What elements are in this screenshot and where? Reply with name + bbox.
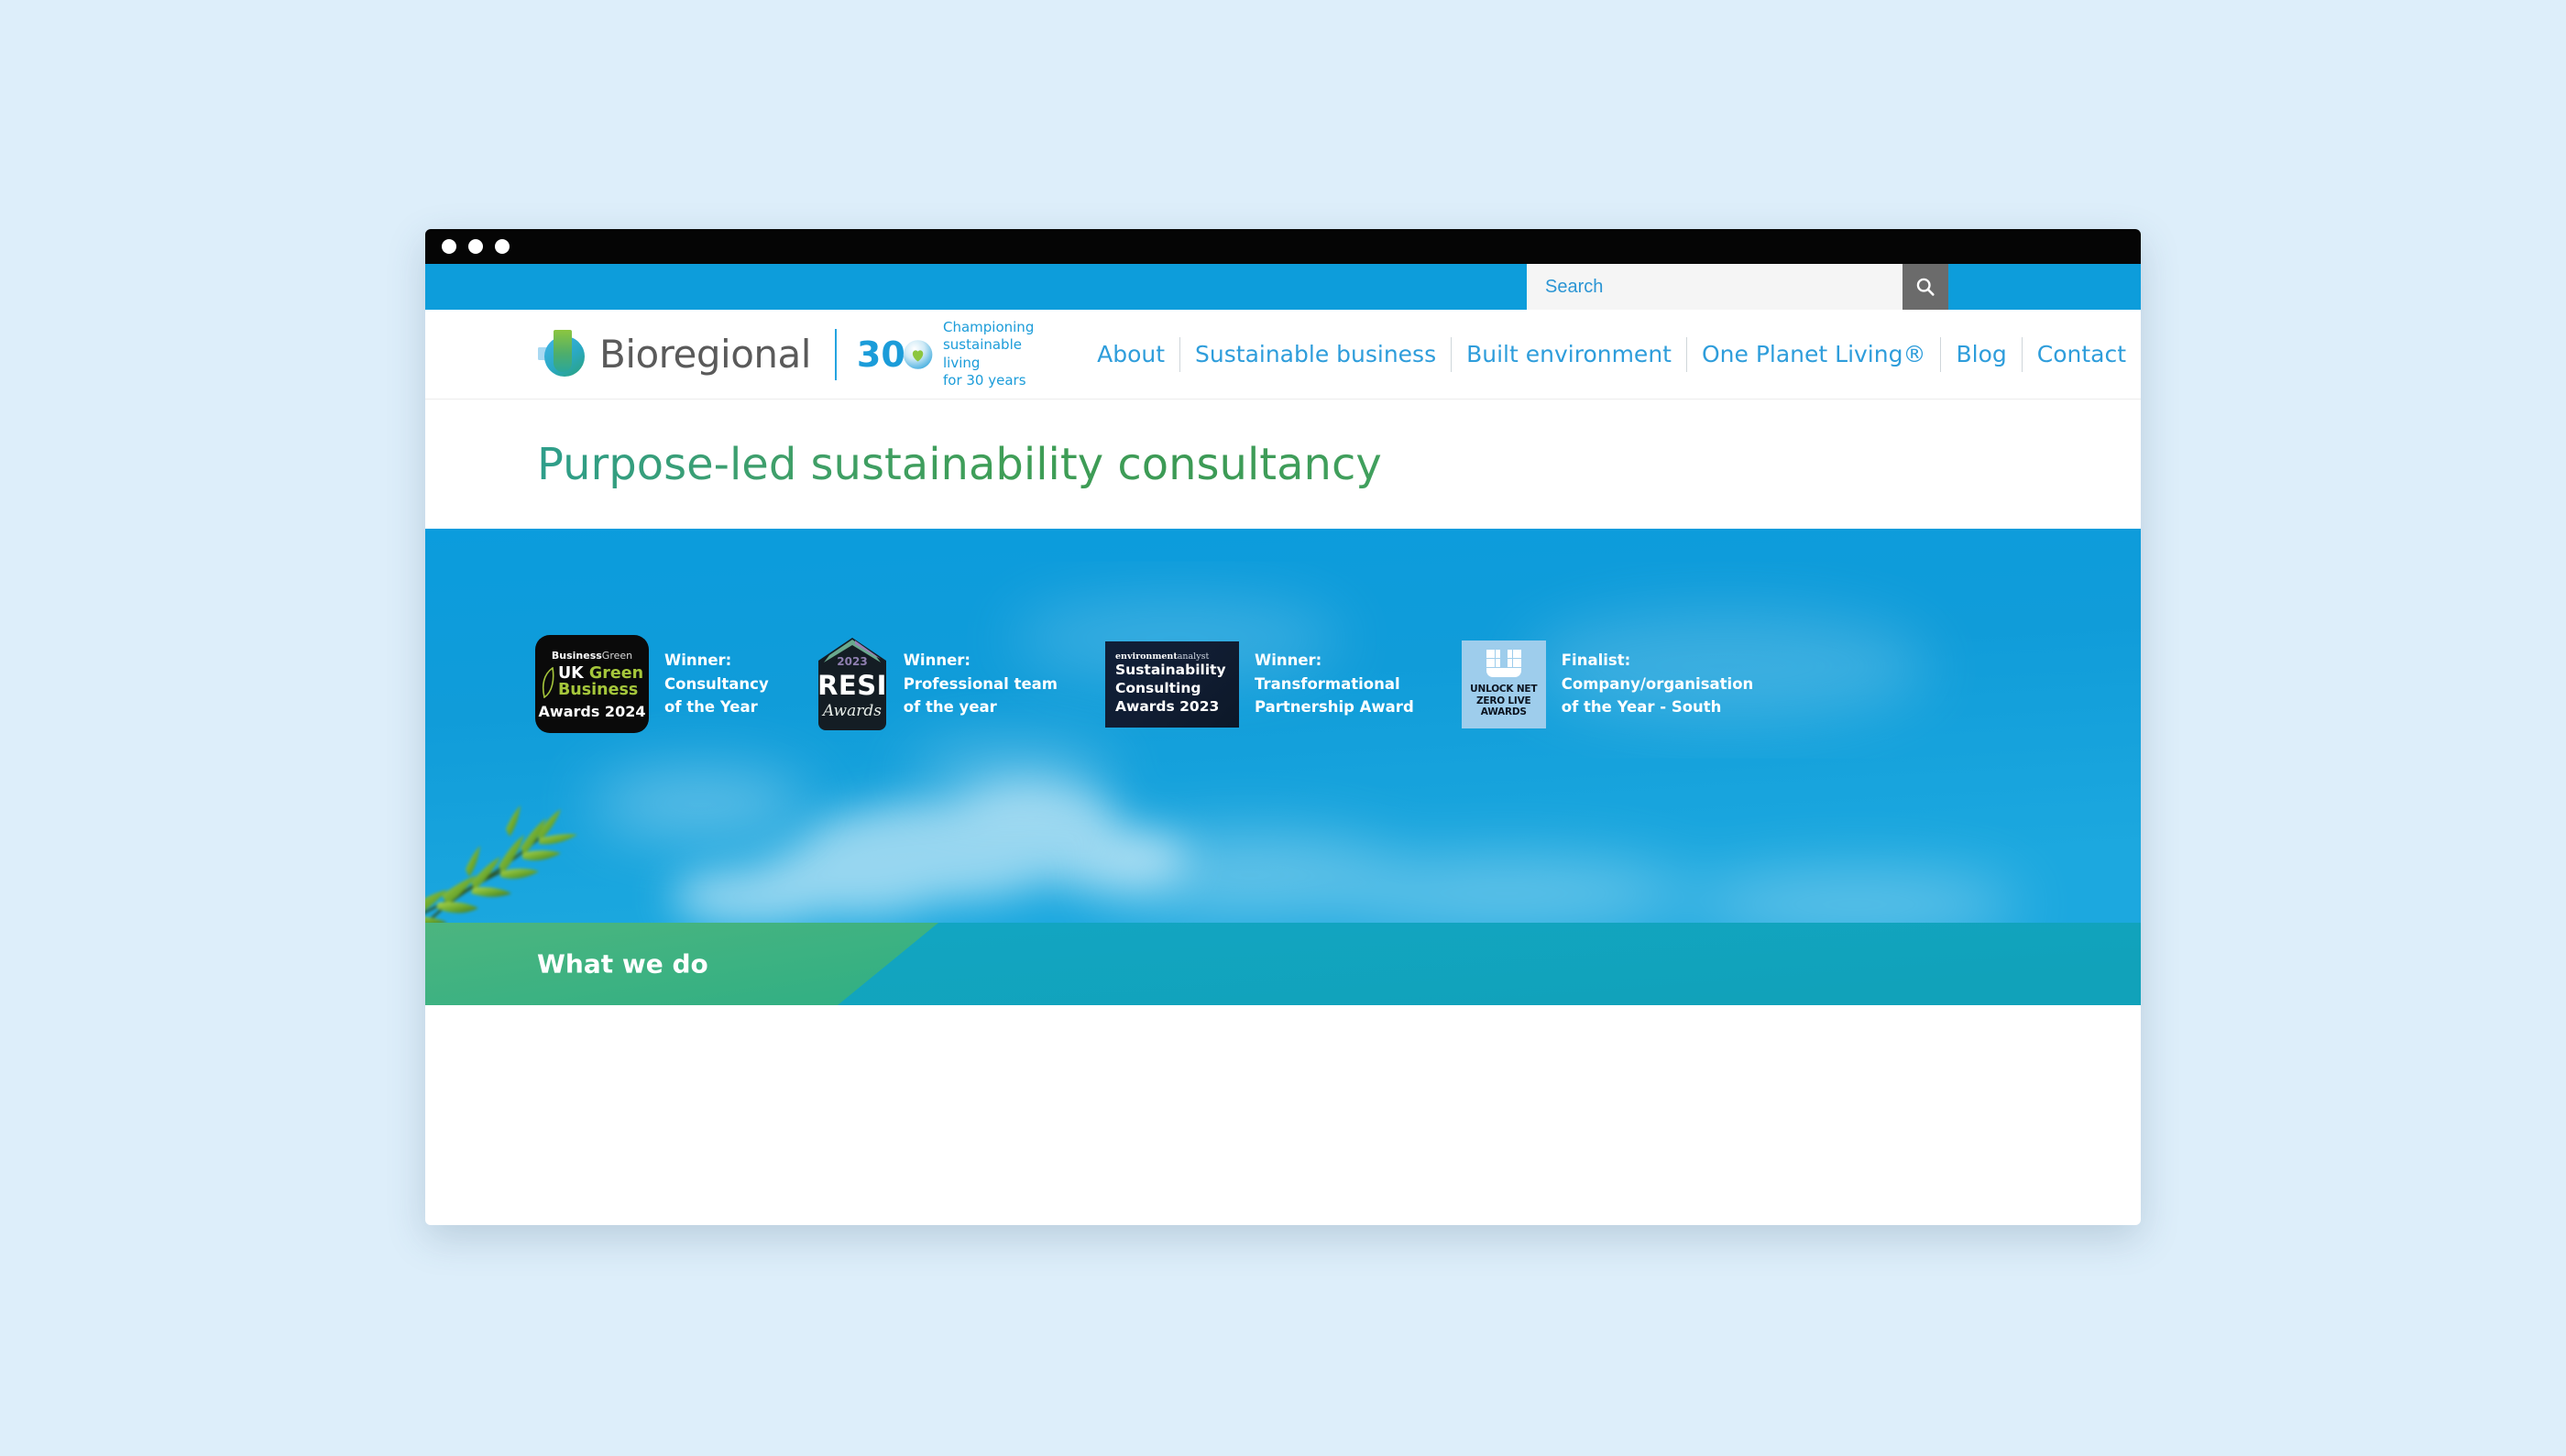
browser-titlebar (425, 229, 2141, 264)
svg-text:2023: 2023 (837, 655, 867, 668)
sustainability-consulting-awards-badge: environmentanalyst Sustainability Consul… (1105, 640, 1239, 728)
award-caption: Winner: Consultancy of the Year (664, 649, 769, 719)
unz-line1: UNLOCK NET (1470, 684, 1538, 695)
award-caption-line1: Winner: (903, 651, 971, 670)
anniversary-tagline: Championing sustainable living for 30 ye… (943, 319, 1060, 389)
award-item: UNLOCK NET ZERO LIVE AWARDS Finalist: Co… (1461, 640, 1754, 728)
nav-item-one-planet-living[interactable]: One Planet Living® (1687, 341, 1941, 367)
what-we-do-label: What we do (537, 948, 708, 980)
search-form (1527, 264, 1948, 310)
award-item: environmentanalyst Sustainability Consul… (1105, 640, 1414, 728)
award-caption-line2: Company/organisation (1561, 674, 1754, 693)
award-item: 2023 RESI Awards Winner: Professional te… (817, 637, 1058, 732)
search-icon (1916, 278, 1935, 296)
nav-item-built-environment[interactable]: Built environment (1452, 341, 1686, 367)
svg-text:Awards: Awards (821, 702, 882, 720)
window-dot-3[interactable] (495, 239, 510, 254)
search-submit-button[interactable] (1903, 264, 1948, 310)
nav-item-blog[interactable]: Blog (1941, 341, 2021, 367)
business-green-line2: Business (557, 680, 639, 699)
search-input[interactable] (1527, 264, 1903, 310)
sca-line3: Awards 2023 (1115, 698, 1220, 716)
foliage-decoration (425, 805, 577, 923)
unlock-net-zero-badge: UNLOCK NET ZERO LIVE AWARDS (1461, 640, 1546, 728)
site-header: Bioregional 30 Championing sustainable l… (425, 310, 2141, 400)
sca-line1: Sustainability (1115, 662, 1226, 679)
anniversary-tagline-line1: Championing (942, 319, 1035, 336)
award-caption-line2: Professional team (903, 674, 1058, 693)
anniversary-number: 30 (856, 334, 905, 375)
award-caption: Winner: Professional team of the year (904, 649, 1058, 719)
award-caption: Finalist: Company/organisation of the Ye… (1562, 649, 1754, 719)
award-caption-line3: of the Year - South (1561, 698, 1722, 717)
award-caption-line1: Winner: (1255, 651, 1322, 670)
brand-logo-link[interactable]: Bioregional (537, 326, 811, 383)
environment-analyst-light: analyst (1177, 651, 1210, 662)
business-green-logo-bold: Business (551, 649, 602, 662)
business-green-line3: Awards 2024 (538, 703, 646, 721)
award-caption-line3: of the year (903, 698, 997, 717)
business-green-line1: UK Green (557, 663, 644, 683)
anniversary-lockup: 30 Championing sustainable living for 30… (857, 319, 1060, 389)
leaf-icon (542, 666, 554, 698)
business-green-line1-white: UK (557, 663, 589, 683)
anniversary-tagline-line2: sustainable living (942, 336, 1022, 371)
browser-window: Bioregional 30 Championing sustainable l… (425, 229, 2141, 1225)
award-caption-line1: Finalist: (1561, 651, 1631, 670)
award-caption-line1: Winner: (664, 651, 732, 670)
brand-divider (834, 328, 837, 380)
sca-line2: Consulting (1115, 680, 1201, 697)
page-title: Purpose-led sustainability consultancy (537, 438, 1382, 490)
business-green-badge: BusinessGreen UK Green Business Awards 2… (535, 635, 649, 733)
nav-item-contact[interactable]: Contact (2023, 341, 2141, 367)
award-caption-line2: Consultancy (664, 674, 769, 693)
unz-line2: ZERO LIVE AWARDS (1475, 695, 1531, 718)
awards-list: BusinessGreen UK Green Business Awards 2… (425, 635, 2141, 733)
main-navigation: About Sustainable business Built environ… (1082, 336, 2141, 372)
award-caption-line3: of the Year (664, 698, 758, 717)
resi-awards-badge: 2023 RESI Awards (817, 637, 887, 730)
anniversary-tagline-line3: for 30 years (942, 371, 1026, 389)
award-caption-line3: Partnership Award (1255, 698, 1414, 717)
business-green-line1-green: Green (588, 663, 644, 683)
window-dot-2[interactable] (468, 239, 483, 254)
utility-bar (425, 264, 2141, 310)
nav-item-about[interactable]: About (1082, 341, 1179, 367)
page-title-band: Purpose-led sustainability consultancy (425, 400, 2141, 529)
unlock-u-icon (1486, 650, 1521, 678)
unlock-net-zero-wordmark: UNLOCK NET ZERO LIVE AWARDS (1462, 684, 1546, 717)
business-green-logo-light: Green (601, 649, 633, 662)
what-we-do-band[interactable]: What we do (425, 923, 2141, 1005)
hero-banner: BusinessGreen UK Green Business Awards 2… (425, 529, 2141, 923)
business-green-logo-top: BusinessGreen (552, 651, 632, 661)
bioregional-logo-icon (538, 329, 585, 377)
award-caption-line2: Transformational (1255, 674, 1400, 693)
environment-analyst-logo: environmentanalyst (1115, 652, 1229, 662)
environment-analyst-bold: environment (1115, 651, 1178, 662)
window-dot-1[interactable] (442, 239, 456, 254)
award-caption: Winner: Transformational Partnership Awa… (1255, 649, 1414, 719)
heart-icon (903, 339, 933, 369)
svg-text:RESI: RESI (817, 670, 887, 701)
nav-item-sustainable-business[interactable]: Sustainable business (1180, 341, 1451, 367)
award-item: BusinessGreen UK Green Business Awards 2… (535, 635, 769, 733)
brand-name: Bioregional (599, 332, 811, 377)
